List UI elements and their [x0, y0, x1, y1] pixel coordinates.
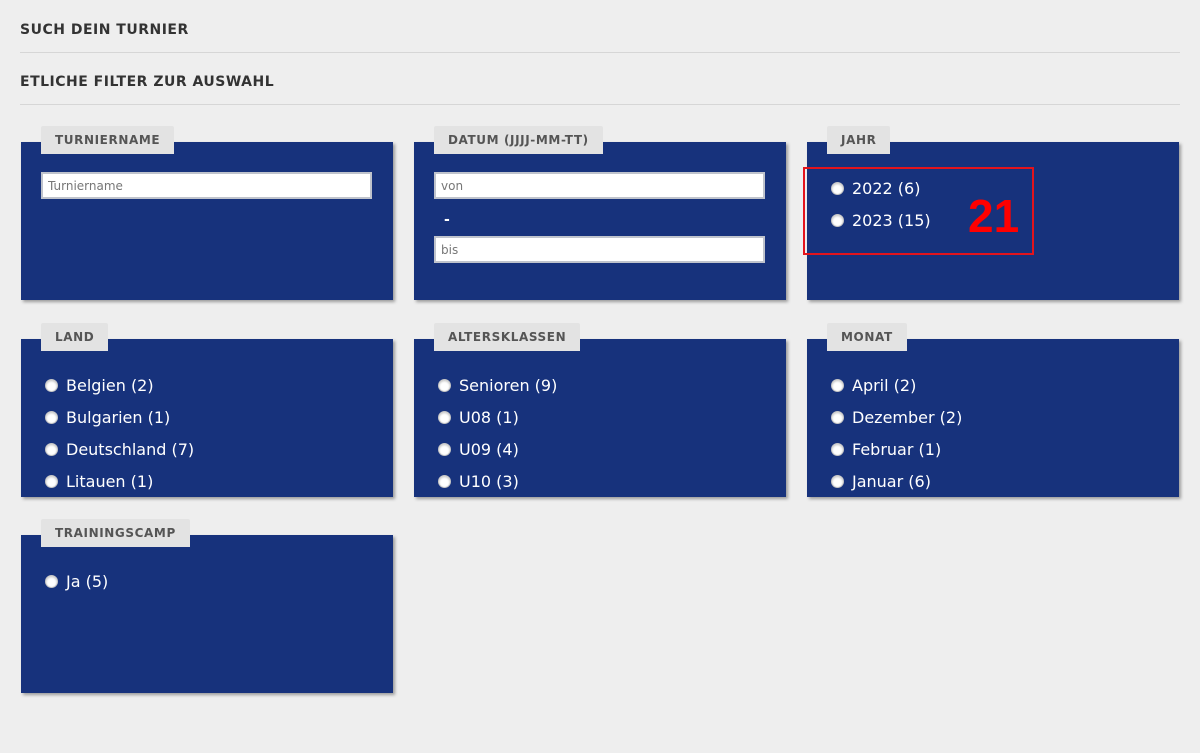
radio-label: U10 (3) — [459, 471, 519, 491]
radio-label: U09 (4) — [459, 439, 519, 459]
trainingscamp-option-ja[interactable]: Ja (5) — [45, 565, 108, 597]
age-option-u10[interactable]: U10 (3) — [438, 465, 557, 497]
radio-label: 2022 (6) — [852, 178, 921, 198]
year-option-2022[interactable]: 2022 (6) — [831, 172, 931, 204]
age-option-u08[interactable]: U08 (1) — [438, 401, 557, 433]
radio-button[interactable] — [831, 474, 844, 488]
trainingscamp-options: Ja (5) — [45, 565, 108, 597]
panel-tab-altersklassen: ALTERSKLASSEN — [434, 323, 581, 351]
panel-turniername: TURNIERNAME — [21, 126, 393, 300]
country-option-deutschland[interactable]: Deutschland (7) — [45, 433, 194, 465]
radio-label: April (2) — [852, 375, 917, 395]
country-option-bulgarien[interactable]: Bulgarien (1) — [45, 401, 194, 433]
radio-button[interactable] — [45, 378, 58, 392]
country-option-litauen[interactable]: Litauen (1) — [45, 465, 194, 497]
date-from-input[interactable] — [434, 172, 765, 199]
age-option-senioren[interactable]: Senioren (9) — [438, 369, 557, 401]
radio-button[interactable] — [831, 181, 844, 195]
radio-button[interactable] — [831, 410, 844, 424]
age-class-options: Senioren (9) U08 (1) U09 (4) U10 (3) — [438, 369, 557, 497]
panel-tab-monat: MONAT — [827, 323, 907, 351]
radio-button[interactable] — [438, 442, 451, 456]
radio-label: Belgien (2) — [66, 375, 154, 395]
panel-altersklassen: ALTERSKLASSEN Senioren (9) U08 (1) U09 (… — [414, 323, 786, 497]
radio-label: Januar (6) — [852, 471, 931, 491]
country-option-belgien[interactable]: Belgien (2) — [45, 369, 194, 401]
filter-divider — [20, 104, 1180, 105]
radio-button[interactable] — [45, 474, 58, 488]
radio-label: Dezember (2) — [852, 407, 963, 427]
tournament-name-input[interactable] — [41, 172, 372, 199]
annotation-number: 21 — [968, 190, 1020, 242]
date-to-input[interactable] — [434, 236, 765, 263]
radio-button[interactable] — [438, 474, 451, 488]
radio-label: Februar (1) — [852, 439, 942, 459]
age-option-u09[interactable]: U09 (4) — [438, 433, 557, 465]
year-option-2023[interactable]: 2023 (15) — [831, 204, 931, 236]
radio-label: Senioren (9) — [459, 375, 558, 395]
panel-land: LAND Belgien (2) Bulgarien (1) Deutschla… — [21, 323, 393, 497]
radio-label: Deutschland (7) — [66, 439, 195, 459]
month-option-februar[interactable]: Februar (1) — [831, 433, 962, 465]
radio-button[interactable] — [45, 410, 58, 424]
month-options: April (2) Dezember (2) Februar (1) Janua… — [831, 369, 962, 497]
radio-button[interactable] — [438, 410, 451, 424]
radio-button[interactable] — [45, 442, 58, 456]
radio-button[interactable] — [831, 442, 844, 456]
radio-label: Ja (5) — [66, 571, 109, 591]
radio-label: Litauen (1) — [66, 471, 154, 491]
panel-tab-trainingscamp: TRAININGSCAMP — [41, 519, 190, 547]
panel-trainingscamp: TRAININGSCAMP Ja (5) — [21, 519, 393, 693]
heading-divider — [20, 52, 1180, 53]
panel-tab-jahr: JAHR — [827, 126, 891, 154]
filter-heading: ETLICHE FILTER ZUR AUSWAHL — [20, 74, 275, 90]
panel-tab-turniername: TURNIERNAME — [41, 126, 175, 154]
panel-monat: MONAT April (2) Dezember (2) Februar (1)… — [807, 323, 1179, 497]
month-option-april[interactable]: April (2) — [831, 369, 962, 401]
year-options: 2022 (6) 2023 (15) — [831, 172, 931, 236]
radio-button[interactable] — [831, 213, 844, 227]
radio-label: 2023 (15) — [852, 210, 931, 230]
radio-label: U08 (1) — [459, 407, 519, 427]
radio-button[interactable] — [831, 378, 844, 392]
panel-tab-land: LAND — [41, 323, 109, 351]
search-heading: SUCH DEIN TURNIER — [20, 22, 189, 38]
panel-datum: DATUM (JJJJ-MM-TT) - — [414, 126, 786, 300]
radio-button[interactable] — [45, 574, 58, 588]
panel-tab-datum: DATUM (JJJJ-MM-TT) — [434, 126, 603, 154]
country-options: Belgien (2) Bulgarien (1) Deutschland (7… — [45, 369, 194, 497]
month-option-dezember[interactable]: Dezember (2) — [831, 401, 962, 433]
radio-button[interactable] — [438, 378, 451, 392]
date-separator: - — [444, 212, 450, 228]
tournament-search-page: SUCH DEIN TURNIER ETLICHE FILTER ZUR AUS… — [0, 0, 1200, 753]
month-option-januar[interactable]: Januar (6) — [831, 465, 962, 497]
radio-label: Bulgarien (1) — [66, 407, 171, 427]
